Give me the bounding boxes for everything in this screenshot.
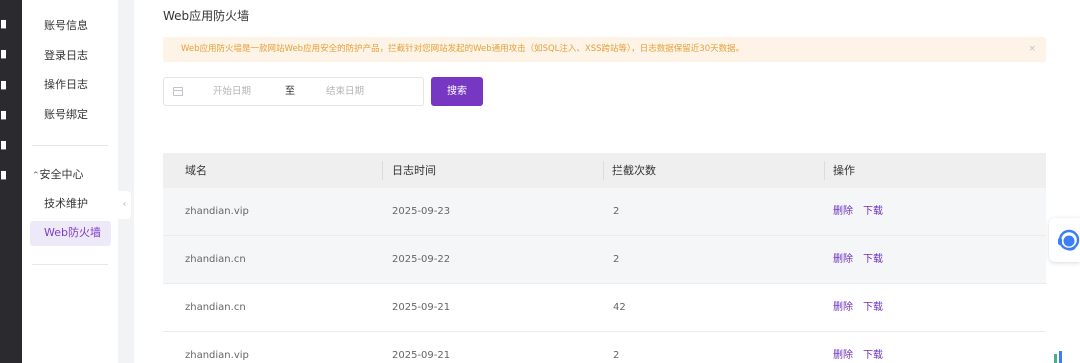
cell-domain: zhandian.vip [185,350,249,361]
column-header-log-time: 日志时间 [392,164,436,177]
table-row: zhandian.vip 2025-09-23 2 删除 下载 [163,188,1046,236]
table-row: zhandian.cn 2025-09-21 42 删除 下载 [163,284,1046,332]
sidebar-divider [32,145,108,146]
sidebar-item-tech-maintenance[interactable]: 技术维护 [44,196,88,212]
column-header-domain: 域名 [185,164,207,177]
sidebar-item-web-firewall[interactable]: Web防火墙 [30,221,111,246]
delete-link[interactable]: 删除 [833,349,853,363]
sidebar-item-operation-log[interactable]: 操作日志 [44,77,88,93]
main-nav-item[interactable]: ■ [0,168,6,182]
search-button[interactable]: 搜索 [431,77,483,106]
table-row: zhandian.cn 2025-09-22 2 删除 下载 [163,236,1046,284]
sidebar-group-label: 安全中心 [39,168,84,181]
cell-domain: zhandian.cn [185,254,246,265]
column-divider [382,161,383,180]
chevron-down-icon: ⌃ [32,171,40,181]
download-link[interactable]: 下载 [863,301,883,315]
cell-count: 2 [613,254,620,265]
main-nav-rail: ■ ■ ■ ■ ■ ■ [0,0,22,363]
cell-domain: zhandian.cn [185,302,246,313]
cell-date: 2025-09-22 [392,254,451,265]
sidebar-item-login-log[interactable]: 登录日志 [44,48,88,64]
customer-support-button[interactable] [1049,218,1080,262]
page-title: Web应用防火墙 [163,9,250,23]
column-divider [603,161,604,180]
cell-count: 2 [613,350,620,361]
main-content: Web应用防火墙 Web应用防火墙是一款网站Web应用安全的防护产品，拦截针对您… [134,0,1080,363]
alert-text: Web应用防火墙是一款网站Web应用安全的防护产品，拦截针对您网站发起的Web通… [181,44,745,54]
column-header-block-count: 拦截次数 [612,164,656,177]
column-divider [824,161,825,180]
cell-date: 2025-09-23 [392,206,451,217]
date-separator: 至 [285,86,295,97]
cell-date: 2025-09-21 [392,350,451,361]
sub-sidebar: 账号信息 登录日志 操作日志 账号绑定 ⌃安全中心 技术维护 Web防火墙 [22,0,118,363]
end-date-input[interactable]: 结束日期 [326,85,364,99]
info-alert: Web应用防火墙是一款网站Web应用安全的防护产品，拦截针对您网站发起的Web通… [163,37,1046,62]
delete-link[interactable]: 删除 [833,301,853,315]
sidebar-group-security[interactable]: ⌃安全中心 [32,167,84,184]
headset-icon [1058,229,1080,251]
main-nav-item[interactable]: ■ [0,17,6,31]
delete-link[interactable]: 删除 [833,205,853,219]
main-nav-item[interactable]: ■ [0,47,6,61]
chevron-left-icon: ‹ [122,199,127,210]
calendar-icon [173,87,183,96]
table-row: zhandian.vip 2025-09-21 2 删除 下载 [163,332,1046,363]
main-nav-item-active[interactable]: ■ [0,78,6,92]
sidebar-divider [32,264,108,265]
delete-link[interactable]: 删除 [833,253,853,267]
cell-count: 42 [613,302,626,313]
cell-domain: zhandian.vip [185,206,249,217]
sidebar-item-label: Web防火墙 [44,226,101,239]
sidebar-item-account-info[interactable]: 账号信息 [44,18,88,34]
date-range-picker[interactable]: 开始日期 至 结束日期 [163,77,424,106]
sidebar-item-account-binding[interactable]: 账号绑定 [44,107,88,123]
cell-date: 2025-09-21 [392,302,451,313]
log-table: 域名 日志时间 拦截次数 操作 zhandian.vip 2025-09-23 … [163,153,1046,363]
main-nav-item[interactable]: ■ [0,108,6,122]
cell-count: 2 [613,206,620,217]
main-nav-item[interactable]: ■ [0,138,6,152]
table-header: 域名 日志时间 拦截次数 操作 [163,153,1046,188]
sidebar-collapse-button[interactable]: ‹ [118,191,131,219]
download-link[interactable]: 下载 [863,349,883,363]
column-header-actions: 操作 [833,164,855,177]
close-icon[interactable]: × [1028,42,1036,56]
download-link[interactable]: 下载 [863,253,883,267]
corner-widget[interactable] [1040,346,1080,363]
chart-icon [1054,351,1062,363]
start-date-input[interactable]: 开始日期 [213,85,251,99]
download-link[interactable]: 下载 [863,205,883,219]
